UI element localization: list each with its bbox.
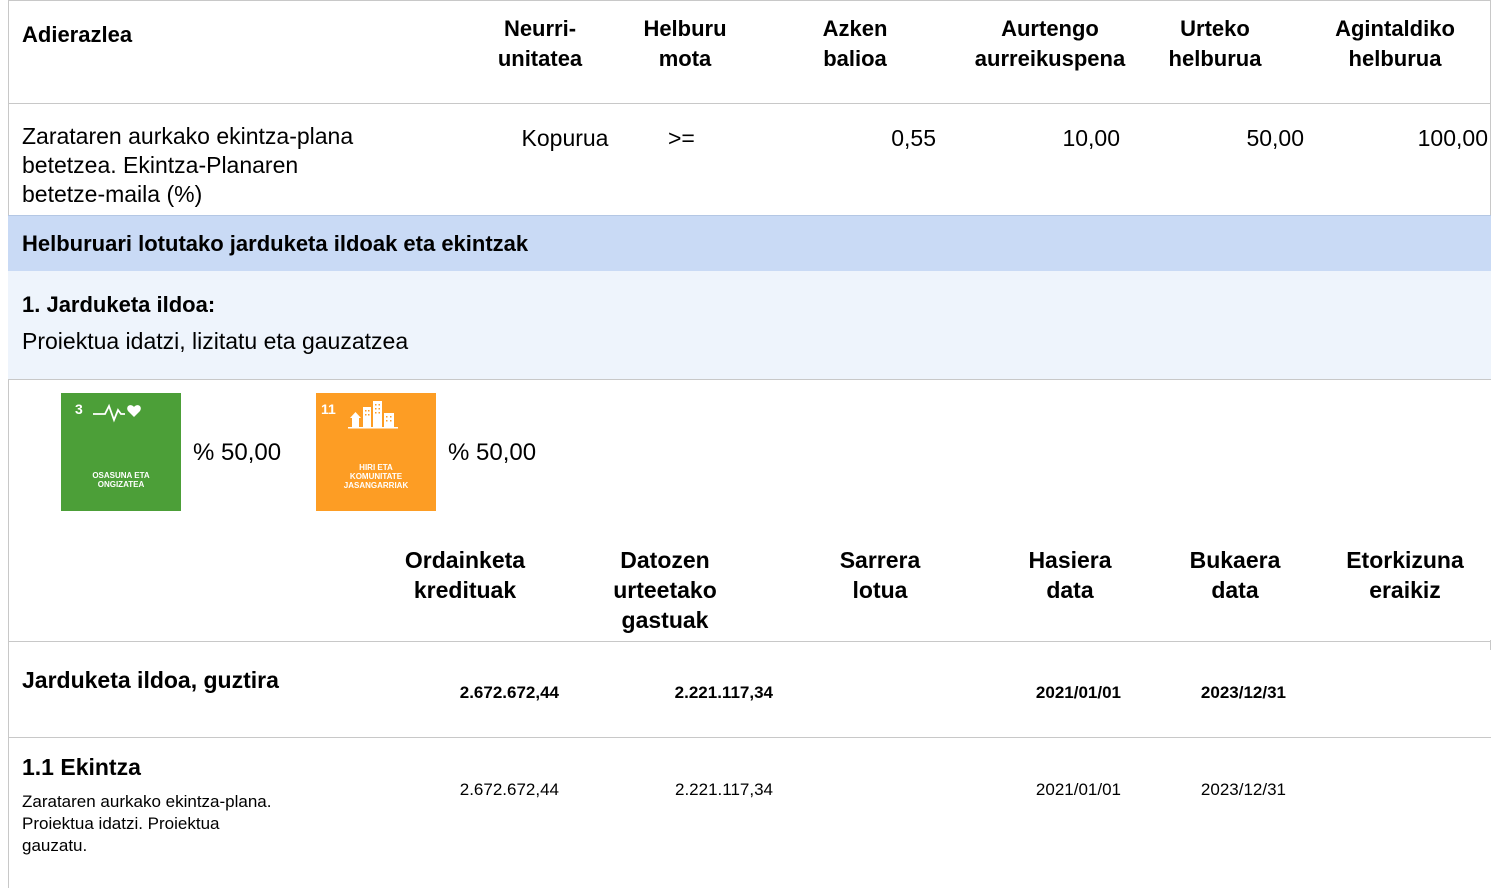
sdg-3-badge: 3 OSASUNA ETA ONGIZATEA	[61, 393, 181, 511]
city-icon	[348, 401, 398, 429]
header-azken-balioa: Azken balioa	[822, 16, 888, 71]
action-ordainketa: 2.672.672,44	[459, 780, 559, 799]
action-line-block: 1. Jarduketa ildoa: Proiektua idatzi, li…	[8, 271, 1491, 380]
sdg-3-label: OSASUNA ETA ONGIZATEA	[92, 471, 150, 489]
total-bukaera: 2023/12/31	[1200, 683, 1286, 702]
header-hasiera: Hasiera data	[1028, 547, 1112, 603]
header-urteko: Urteko helburua	[1168, 16, 1262, 71]
header-adierazlea: Adierazlea	[22, 22, 133, 47]
heartbeat-icon	[93, 403, 141, 423]
action-description: Zarataren aurkako ekintza-plana. Proiekt…	[22, 792, 272, 855]
indicator-unit: Kopurua	[521, 125, 609, 151]
indicator-name: Zarataren aurkako ekintza-plana betetzea…	[22, 123, 354, 207]
sdg-11-badge: 11 HIRI ETA KOMUNITATE JASANGARRIAK	[316, 393, 436, 511]
total-datozen: 2.221.117,34	[674, 683, 773, 702]
total-label: Jarduketa ildoa, guztira	[22, 667, 279, 693]
indicator-this-year: 10,00	[1062, 125, 1120, 151]
sdg-11-label: HIRI ETA KOMUNITATE JASANGARRIAK	[343, 463, 409, 490]
section-title: Helburuari lotutako jarduketa ildoak eta…	[22, 231, 529, 256]
header-helburu-mota: Helburu mota	[643, 16, 727, 71]
header-sarrera: Sarrera lotua	[839, 547, 921, 603]
line-title: 1. Jarduketa ildoa:	[22, 292, 216, 317]
line-description: Proiektua idatzi, lizitatu eta gauzatzea	[22, 328, 409, 354]
sdg-3-percent: % 50,00	[193, 439, 282, 466]
header-divider	[8, 103, 1491, 104]
left-border	[8, 0, 9, 888]
sdg-11-percent: % 50,00	[448, 439, 537, 466]
budget-header-divider	[8, 641, 1491, 642]
header-ordainketa: Ordainketa kredituak	[404, 547, 526, 603]
total-hasiera: 2021/01/01	[1035, 683, 1121, 702]
header-datozen: Datozen urteetako gastuak	[613, 547, 717, 633]
action-title: 1.1 Ekintza	[22, 754, 141, 780]
action-bukaera: 2023/12/31	[1200, 780, 1286, 799]
section-header: Helburuari lotutako jarduketa ildoak eta…	[8, 215, 1491, 272]
indicator-last-value: 0,55	[891, 125, 936, 151]
top-border	[8, 0, 1491, 1]
header-aurtengo: Aurtengo aurreikuspena	[974, 16, 1126, 71]
indicator-annual: 50,00	[1246, 125, 1304, 151]
header-agintaldiko: Agintaldiko helburua	[1335, 16, 1455, 71]
total-divider	[8, 737, 1491, 738]
header-neurri-unitatea: Neurri-unitatea	[497, 16, 583, 71]
action-datozen: 2.221.117,34	[675, 780, 773, 799]
action-hasiera: 2021/01/01	[1035, 780, 1121, 799]
indicator-type: >=	[668, 125, 695, 151]
right-border-top	[1490, 0, 1491, 215]
header-bukaera: Bukaera data	[1189, 547, 1281, 603]
indicator-term: 100,00	[1417, 125, 1488, 151]
total-ordainketa: 2.672.672,44	[459, 683, 559, 702]
header-etorkizuna: Etorkizuna eraikiz	[1346, 547, 1464, 603]
